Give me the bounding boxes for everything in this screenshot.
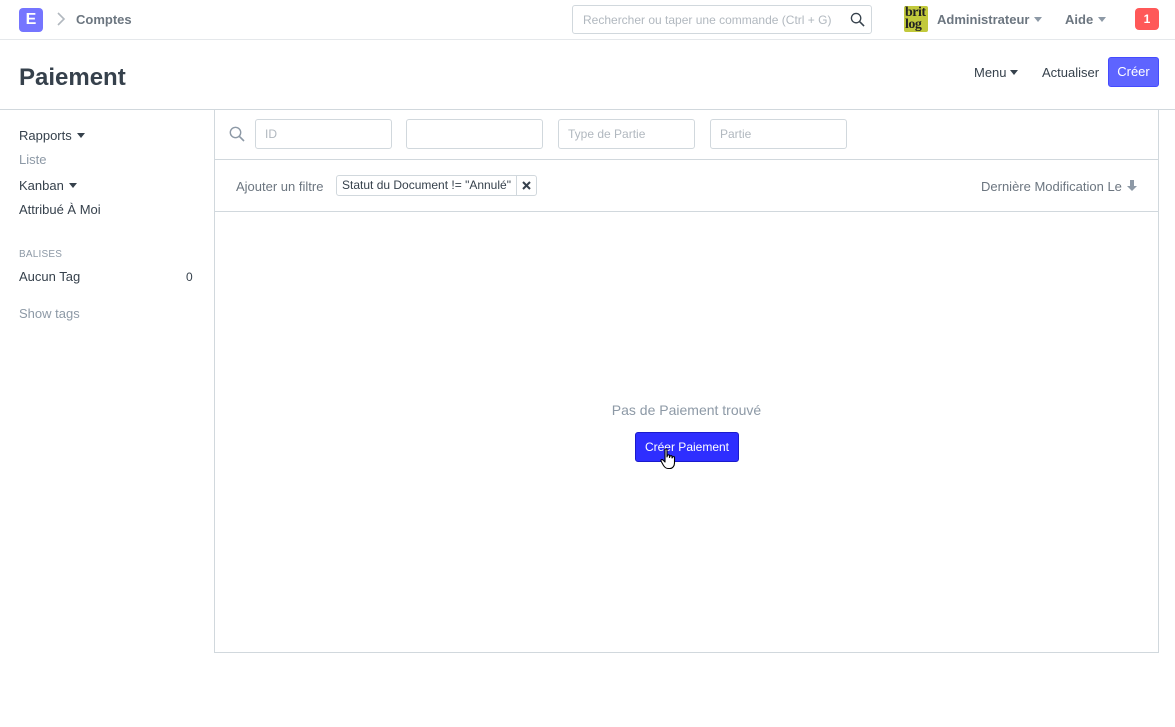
app-logo[interactable]: E — [19, 8, 43, 32]
active-filter-chip: Statut du Document != "Annulé" — [336, 175, 537, 196]
secondary-filter-input[interactable] — [406, 119, 543, 149]
sort-descending-icon[interactable] — [1126, 179, 1138, 192]
caret-down-icon — [1009, 70, 1018, 76]
create-button[interactable]: Créer — [1108, 57, 1159, 87]
sort-selector[interactable]: Dernière Modification Le — [981, 179, 1122, 194]
sidebar-item-list[interactable]: Liste — [19, 152, 46, 167]
add-filter-button[interactable]: Ajouter un filtre — [236, 179, 323, 194]
search-input[interactable] — [573, 6, 843, 33]
party-filter-input[interactable] — [710, 119, 847, 149]
user-menu[interactable]: Administrateur — [937, 12, 1043, 27]
sidebar-item-label: Kanban — [19, 178, 64, 193]
sidebar-item-kanban[interactable]: Kanban — [19, 178, 77, 193]
avatar-text-line2: log — [905, 17, 922, 32]
help-label: Aide — [1065, 12, 1094, 27]
chevron-right-icon — [57, 12, 66, 26]
tags-heading: BALISES — [19, 249, 63, 260]
sidebar: Rapports Liste Kanban Attribué À Moi BAL… — [0, 110, 214, 670]
caret-down-icon — [1034, 17, 1043, 23]
menu-button[interactable]: Menu — [974, 65, 1018, 80]
navbar: E Comptes brit log Administrateur Aide 1 — [0, 0, 1175, 40]
search-icon[interactable] — [850, 12, 865, 27]
refresh-button[interactable]: Actualiser — [1042, 65, 1099, 80]
sidebar-item-reports[interactable]: Rapports — [19, 128, 85, 143]
user-name: Administrateur — [937, 12, 1030, 27]
show-tags-link[interactable]: Show tags — [19, 306, 80, 321]
list-panel: Ajouter un filtre Statut du Document != … — [214, 110, 1159, 653]
caret-down-icon — [68, 183, 77, 189]
empty-state: Pas de Paiement trouvé Créer Paiement — [215, 212, 1158, 652]
sidebar-item-assigned-to-me[interactable]: Attribué À Moi — [19, 202, 101, 217]
search-icon — [229, 126, 245, 142]
close-icon — [522, 181, 531, 190]
sidebar-item-label: Rapports — [19, 128, 72, 143]
sidebar-item-no-tag[interactable]: Aucun Tag — [19, 269, 80, 284]
caret-down-icon — [76, 133, 85, 139]
page-title: Paiement — [19, 64, 126, 91]
page-head: Paiement Menu Actualiser Créer — [0, 40, 1175, 110]
notification-badge[interactable]: 1 — [1135, 8, 1159, 30]
filter-chip-label[interactable]: Statut du Document != "Annulé" — [337, 176, 517, 195]
caret-down-icon — [1098, 17, 1107, 23]
empty-state-message: Pas de Paiement trouvé — [611, 402, 762, 418]
menu-label: Menu — [974, 65, 1007, 80]
breadcrumb-comptes[interactable]: Comptes — [76, 12, 132, 27]
user-avatar[interactable]: brit log — [904, 6, 928, 32]
help-menu[interactable]: Aide — [1065, 12, 1107, 27]
tag-count: 0 — [186, 270, 193, 284]
remove-filter-button[interactable] — [517, 176, 536, 195]
id-filter-input[interactable] — [255, 119, 392, 149]
standard-filters — [215, 110, 1158, 160]
party-type-filter-input[interactable] — [558, 119, 695, 149]
create-first-entry-button[interactable]: Créer Paiement — [635, 432, 739, 462]
filter-bar: Ajouter un filtre Statut du Document != … — [215, 160, 1158, 212]
awesomebar — [572, 5, 872, 34]
